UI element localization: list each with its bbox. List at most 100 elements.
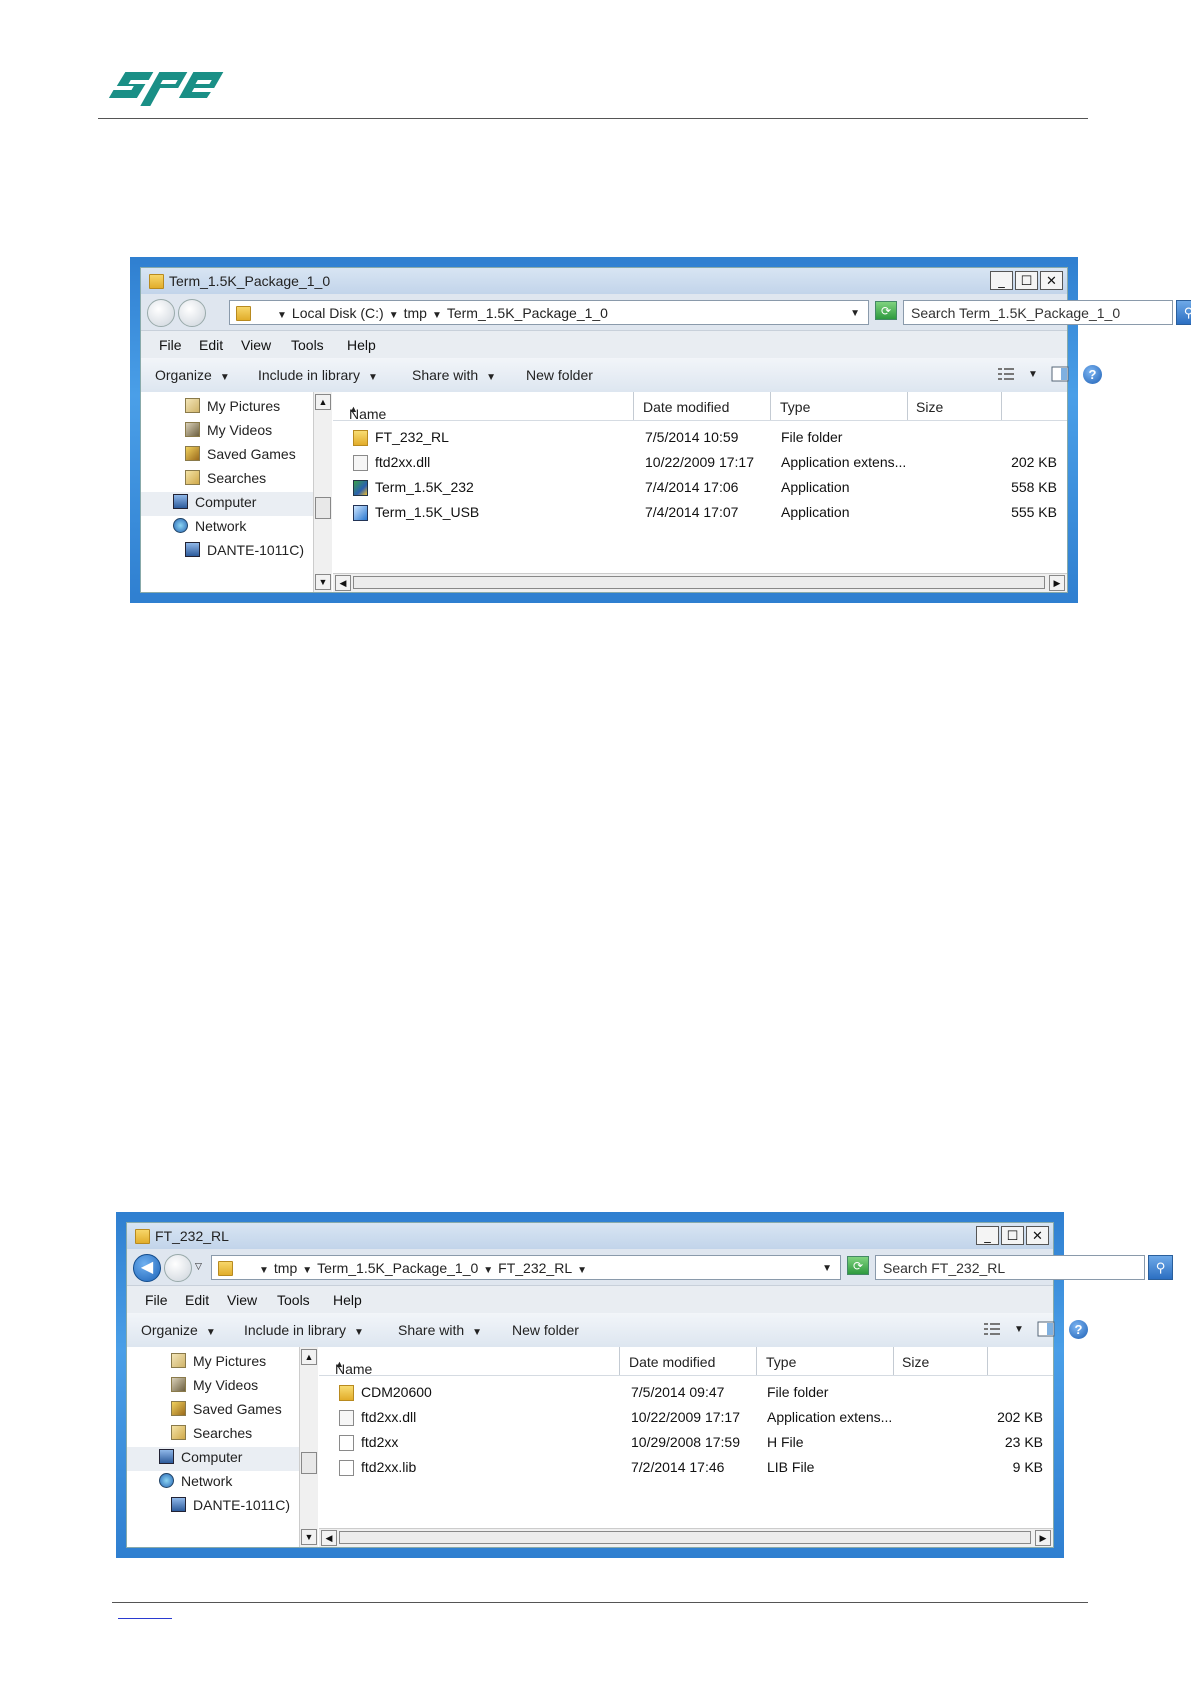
back-button[interactable]: ◀ <box>133 1254 161 1282</box>
menu-help[interactable]: Help <box>347 337 376 353</box>
menu-edit[interactable]: Edit <box>185 1292 209 1308</box>
file-row[interactable]: ftd2xx.dll 10/22/2009 17:17 Application … <box>333 451 1067 476</box>
breadcrumb-item[interactable]: Local Disk (C:) <box>292 305 384 321</box>
include-in-library-button[interactable]: Include in library ▼ <box>244 1322 364 1338</box>
search-input[interactable]: Search Term_1.5K_Package_1_0 <box>903 300 1173 325</box>
column-divider[interactable] <box>770 392 771 420</box>
scroll-up-icon[interactable]: ▲ <box>301 1349 317 1365</box>
file-row[interactable]: ftd2xx.dll 10/22/2009 17:17 Application … <box>319 1406 1053 1431</box>
preview-pane-icon[interactable] <box>1037 1321 1055 1337</box>
chevron-down-icon[interactable]: ▼ <box>259 1265 269 1276</box>
preview-pane-icon[interactable] <box>1051 366 1069 382</box>
new-folder-button[interactable]: New folder <box>512 1322 579 1338</box>
include-in-library-button[interactable]: Include in library ▼ <box>258 367 378 383</box>
column-size[interactable]: Size <box>902 1354 929 1370</box>
view-options-icon[interactable] <box>997 366 1015 382</box>
scroll-thumb[interactable] <box>315 497 331 519</box>
nav-item-computer[interactable]: Computer <box>127 1447 299 1471</box>
view-dropdown-icon[interactable]: ▼ <box>1028 369 1038 380</box>
scroll-thumb[interactable] <box>301 1452 317 1474</box>
file-row[interactable]: CDM20600 7/5/2014 09:47 File folder <box>319 1381 1053 1406</box>
close-button[interactable]: ✕ <box>1026 1226 1049 1245</box>
chevron-down-icon[interactable]: ▼ <box>577 1265 587 1276</box>
new-folder-button[interactable]: New folder <box>526 367 593 383</box>
search-icon[interactable]: ⚲ <box>1176 300 1191 325</box>
nav-item-computer[interactable]: Computer <box>141 492 313 516</box>
footer-link-underline[interactable] <box>118 1618 172 1619</box>
nav-item-my-videos[interactable]: My Videos <box>171 1377 258 1393</box>
nav-item-dante[interactable]: DANTE-1011C) <box>185 542 304 558</box>
share-with-button[interactable]: Share with ▼ <box>412 367 496 383</box>
nav-item-network[interactable]: Network <box>173 518 246 534</box>
maximize-button[interactable]: ☐ <box>1001 1226 1024 1245</box>
column-size[interactable]: Size <box>916 399 943 415</box>
scroll-up-icon[interactable]: ▲ <box>315 394 331 410</box>
scroll-left-icon[interactable]: ◀ <box>321 1530 337 1546</box>
nav-item-searches[interactable]: Searches <box>185 470 266 486</box>
menu-tools[interactable]: Tools <box>291 337 324 353</box>
file-row[interactable]: ftd2xx.lib 7/2/2014 17:46 LIB File 9 KB <box>319 1456 1053 1481</box>
nav-item-network[interactable]: Network <box>159 1473 232 1489</box>
nav-item-my-videos[interactable]: My Videos <box>185 422 272 438</box>
refresh-icon[interactable]: ⟳ <box>875 301 897 320</box>
column-type[interactable]: Type <box>766 1354 796 1370</box>
minimize-button[interactable]: _ <box>990 271 1013 290</box>
scroll-down-icon[interactable]: ▼ <box>315 574 331 590</box>
chevron-down-icon[interactable]: ▼ <box>389 310 399 321</box>
chevron-down-icon[interactable]: ▼ <box>432 310 442 321</box>
menu-tools[interactable]: Tools <box>277 1292 310 1308</box>
nav-item-my-pictures[interactable]: My Pictures <box>171 1353 266 1369</box>
menu-view[interactable]: View <box>241 337 271 353</box>
nav-item-saved-games[interactable]: Saved Games <box>185 446 296 462</box>
nav-item-my-pictures[interactable]: My Pictures <box>185 398 280 414</box>
search-icon[interactable]: ⚲ <box>1148 1255 1173 1280</box>
organize-button[interactable]: Organize ▼ <box>141 1322 216 1338</box>
maximize-button[interactable]: ☐ <box>1015 271 1038 290</box>
nav-item-searches[interactable]: Searches <box>171 1425 252 1441</box>
help-icon[interactable]: ? <box>1083 365 1102 384</box>
minimize-button[interactable]: _ <box>976 1226 999 1245</box>
chevron-down-icon[interactable]: ▼ <box>277 310 287 321</box>
scroll-right-icon[interactable]: ▶ <box>1049 575 1065 591</box>
nav-scrollbar[interactable]: ▲ ▼ <box>299 1347 318 1547</box>
column-divider[interactable] <box>893 1347 894 1375</box>
menu-view[interactable]: View <box>227 1292 257 1308</box>
scroll-thumb[interactable] <box>353 576 1045 589</box>
address-dropdown-icon[interactable]: ▼ <box>850 308 860 319</box>
nav-item-dante[interactable]: DANTE-1011C) <box>171 1497 290 1513</box>
help-icon[interactable]: ? <box>1069 1320 1088 1339</box>
breadcrumb-item[interactable]: Term_1.5K_Package_1_0 <box>447 305 608 321</box>
column-date-modified[interactable]: Date modified <box>643 399 729 415</box>
horizontal-scrollbar[interactable]: ◀ ▶ <box>319 1528 1053 1547</box>
file-row[interactable]: Term_1.5K_USB 7/4/2014 17:07 Application… <box>333 501 1067 526</box>
column-divider[interactable] <box>619 1347 620 1375</box>
column-divider[interactable] <box>987 1347 988 1375</box>
chevron-down-icon[interactable]: ▼ <box>483 1265 493 1276</box>
column-divider[interactable] <box>756 1347 757 1375</box>
address-dropdown-icon[interactable]: ▼ <box>822 1263 832 1274</box>
chevron-down-icon[interactable]: ▼ <box>302 1265 312 1276</box>
address-bar[interactable]: ▼ Local Disk (C:) ▼ tmp ▼ Term_1.5K_Package_1… <box>229 300 869 325</box>
file-row[interactable]: FT_232_RL 7/5/2014 10:59 File folder <box>333 426 1067 451</box>
column-type[interactable]: Type <box>780 399 810 415</box>
close-button[interactable]: ✕ <box>1040 271 1063 290</box>
column-divider[interactable] <box>633 392 634 420</box>
scroll-down-icon[interactable]: ▼ <box>301 1529 317 1545</box>
back-button[interactable] <box>147 299 175 327</box>
file-row[interactable]: ftd2xx 10/29/2008 17:59 H File 23 KB <box>319 1431 1053 1456</box>
file-row[interactable]: Term_1.5K_232 7/4/2014 17:06 Application… <box>333 476 1067 501</box>
breadcrumb-item[interactable]: Term_1.5K_Package_1_0 <box>317 1260 478 1276</box>
view-options-icon[interactable] <box>983 1321 1001 1337</box>
breadcrumb-item[interactable]: tmp <box>274 1260 297 1276</box>
menu-file[interactable]: File <box>145 1292 168 1308</box>
address-bar[interactable]: ▼ tmp ▼ Term_1.5K_Package_1_0 ▼ FT_232_RL ▼ ▼ <box>211 1255 841 1280</box>
horizontal-scrollbar[interactable]: ◀ ▶ <box>333 573 1067 592</box>
menu-file[interactable]: File <box>159 337 182 353</box>
title-bar[interactable]: Term_1.5K_Package_1_0 _ ☐ ✕ <box>141 268 1067 294</box>
column-divider[interactable] <box>907 392 908 420</box>
breadcrumb-item[interactable]: FT_232_RL <box>498 1260 572 1276</box>
column-divider[interactable] <box>1001 392 1002 420</box>
column-name[interactable]: Name ▲ <box>335 1354 372 1377</box>
refresh-icon[interactable]: ⟳ <box>847 1256 869 1275</box>
scroll-right-icon[interactable]: ▶ <box>1035 1530 1051 1546</box>
